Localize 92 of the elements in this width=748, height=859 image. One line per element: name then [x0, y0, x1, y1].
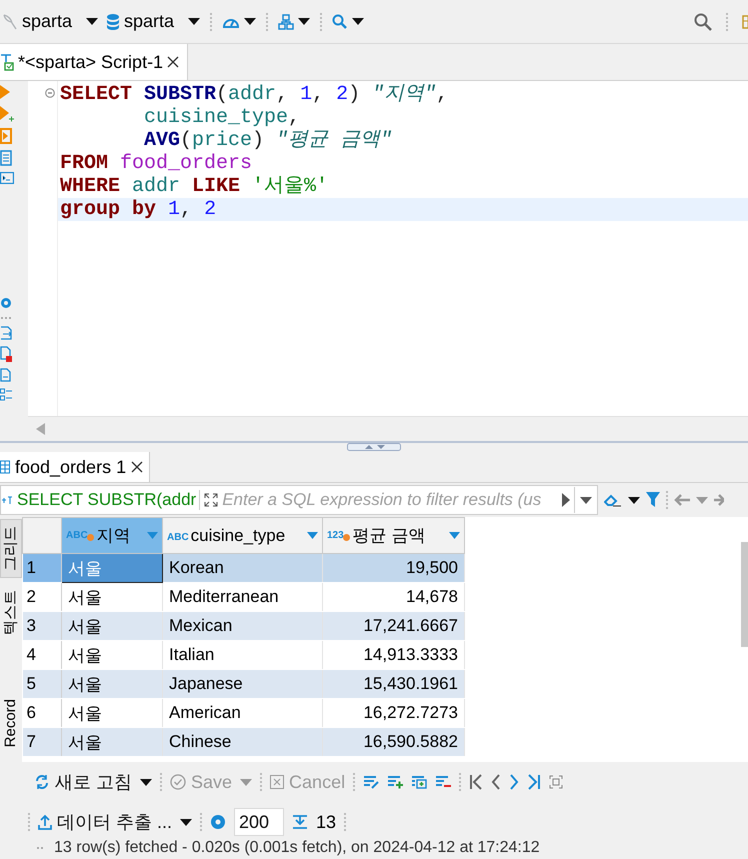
script-icon	[0, 53, 14, 71]
scroll-left-icon[interactable]	[36, 423, 45, 435]
first-icon[interactable]	[469, 774, 484, 790]
row-number[interactable]: 5	[22, 670, 62, 698]
table-cell[interactable]: 17,241.6667	[322, 612, 464, 640]
run-script-icon[interactable]	[0, 128, 12, 144]
toolbar-dropdown[interactable]: sparta	[106, 11, 200, 32]
back-arrow-icon[interactable]	[674, 494, 690, 506]
eraser-icon[interactable]	[604, 493, 622, 507]
toolbar-icon-dropdown[interactable]	[332, 14, 364, 30]
file-error-icon[interactable]	[0, 346, 12, 362]
sort-caret-icon[interactable]	[449, 532, 460, 539]
code-line: FROM food_orders	[59, 152, 254, 175]
table-cell[interactable]: Korean	[162, 554, 322, 582]
previous-icon[interactable]	[491, 774, 502, 790]
dropdown-caret-icon[interactable]	[180, 818, 192, 826]
toolbar-button[interactable]: 새로 고침	[34, 770, 132, 794]
column-header[interactable]: ABC 지역	[62, 518, 162, 554]
column-header[interactable]: 123 평균 금액	[322, 518, 464, 554]
code-line: WHERE addr LIKE '서울%'	[59, 175, 330, 198]
code-line: SELECT SUBSTR(addr, 1, 2) "지역",	[59, 83, 450, 106]
table-cell[interactable]: Chinese	[162, 728, 322, 756]
dropdown-caret-icon[interactable]	[580, 496, 592, 504]
refresh-icon	[34, 774, 50, 790]
row-number[interactable]: 1	[22, 554, 62, 582]
frame-icon[interactable]	[549, 775, 564, 789]
close-icon[interactable]	[131, 461, 144, 473]
dropdown-caret-icon[interactable]	[244, 18, 256, 25]
view-tab[interactable]: Record	[0, 693, 22, 754]
fetch-size-field[interactable]: 200	[234, 808, 284, 836]
dropdown-caret-icon[interactable]	[140, 778, 152, 786]
apply-filter-icon[interactable]	[562, 493, 570, 507]
results-tab[interactable]: food_orders 1	[0, 452, 150, 482]
grid-icon	[0, 460, 10, 474]
filter-icon[interactable]	[646, 492, 660, 508]
close-icon[interactable]	[167, 56, 180, 68]
console-icon[interactable]	[0, 172, 14, 184]
table-cell[interactable]: 서울	[62, 728, 162, 756]
upload-icon	[38, 814, 52, 830]
table-cell[interactable]: Japanese	[162, 670, 322, 698]
table-cell[interactable]: 19,500	[322, 554, 464, 582]
filter-field[interactable]: SELECT SUBSTR(addr Enter a SQL expression to filter results (us	[0, 485, 598, 515]
dropdown-caret-icon[interactable]	[628, 496, 640, 504]
dropdown-caret-icon[interactable]	[188, 18, 200, 25]
code-line: cuisine_type,	[143, 106, 302, 129]
scrollbar-thumb[interactable]	[741, 542, 748, 647]
table-cell[interactable]: 서울	[62, 670, 162, 698]
dropdown-caret-icon[interactable]	[352, 18, 364, 25]
view-tab[interactable]: 그리드	[0, 519, 22, 578]
delete-row-icon[interactable]	[435, 775, 452, 789]
view-tab[interactable]: 텍스트	[0, 584, 22, 641]
file-icon[interactable]	[0, 368, 12, 382]
table-cell[interactable]: 서울	[62, 612, 162, 640]
fold-icon[interactable]	[45, 88, 55, 98]
toolbar-icon-dropdown[interactable]	[278, 14, 310, 30]
status-text: 13 row(s) fetched - 0.020s (0.001s fetch), on 2024-04-12 at 17:24:12	[54, 839, 540, 857]
toolbar-dropdown[interactable]: sparta	[2, 11, 98, 32]
sort-caret-icon[interactable]	[307, 532, 318, 539]
execute-icon[interactable]	[0, 84, 10, 100]
next-icon[interactable]	[509, 774, 520, 790]
row-number[interactable]: 3	[22, 612, 62, 640]
table-cell[interactable]: 16,590.5882	[322, 728, 464, 756]
table-cell[interactable]: 15,430.1961	[322, 670, 464, 698]
more-icon[interactable]	[0, 316, 12, 320]
last-icon[interactable]	[527, 774, 542, 790]
sash-handle-icon[interactable]	[347, 443, 401, 451]
more-icon	[36, 846, 46, 850]
connection-icon[interactable]	[2, 12, 18, 30]
dropdown-caret-icon[interactable]	[86, 18, 98, 25]
plan-icon[interactable]	[0, 150, 12, 166]
dropdown-caret-icon[interactable]	[298, 18, 310, 25]
fetch-all-icon[interactable]	[292, 815, 308, 829]
expand-icon[interactable]	[204, 493, 218, 507]
execute-new-tab-icon[interactable]	[0, 106, 14, 122]
edit-row-icon[interactable]	[363, 775, 380, 789]
cancel-box-icon	[270, 775, 284, 789]
table-cell[interactable]: Mexican	[162, 612, 322, 640]
database-icon[interactable]	[106, 12, 120, 30]
check-circle-icon	[170, 774, 186, 790]
export-icon[interactable]	[0, 326, 12, 340]
editor-tab[interactable]: *<sparta> Script-1	[0, 44, 188, 80]
copy-row-icon[interactable]	[411, 775, 428, 789]
sort-caret-icon[interactable]	[147, 532, 158, 539]
row-number[interactable]: 7	[22, 728, 62, 756]
add-row-icon[interactable]	[387, 775, 404, 789]
forward-arrow-icon[interactable]	[714, 494, 724, 506]
column-header[interactable]: ABC cuisine_type	[162, 518, 322, 554]
export-button[interactable]: 데이터 추출 ...	[38, 810, 172, 834]
row-count: 13	[316, 812, 336, 832]
code-line: AVG(price) "평균 금액"	[143, 129, 394, 152]
outline-icon[interactable]	[0, 388, 12, 402]
search-icon[interactable]	[694, 12, 712, 30]
